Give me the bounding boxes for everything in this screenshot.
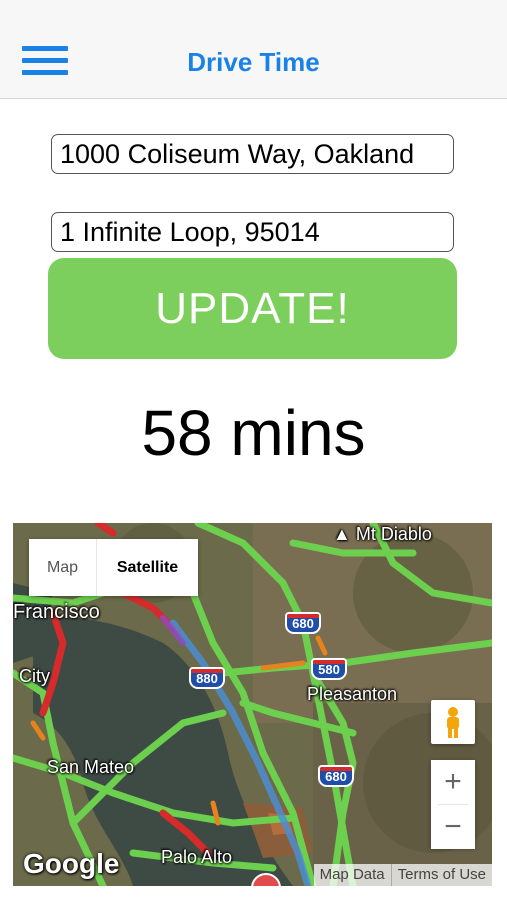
terms-of-use-link[interactable]: Terms of Use bbox=[390, 864, 492, 886]
zoom-out-button[interactable]: − bbox=[431, 805, 475, 849]
interstate-680-south-shield: 680 bbox=[318, 765, 354, 787]
map-type-satellite-tab[interactable]: Satellite bbox=[97, 539, 198, 596]
map-label-pleasanton: Pleasanton bbox=[307, 684, 398, 704]
destination-address-input[interactable] bbox=[51, 212, 454, 252]
map-label-palo-alto: Palo Alto bbox=[161, 847, 233, 867]
pegman-icon[interactable] bbox=[431, 700, 475, 744]
page-title: Drive Time bbox=[187, 47, 320, 77]
navigation-bar: Drive Time bbox=[0, 0, 507, 99]
map-label-mt-diablo: ▲ Mt Diablo bbox=[333, 524, 432, 544]
interstate-680-shield: 680 bbox=[285, 612, 321, 634]
update-button[interactable]: UPDATE! bbox=[48, 258, 457, 359]
map-label-san-mateo: San Mateo bbox=[47, 757, 135, 777]
map-attribution: Map Data Terms of Use bbox=[313, 864, 492, 886]
map-type-control: Map Satellite bbox=[29, 539, 198, 596]
origin-address-input[interactable] bbox=[51, 134, 454, 174]
zoom-control: + − bbox=[431, 760, 475, 849]
map-label-daly-city: City bbox=[19, 666, 50, 686]
interstate-580-shield: 580 bbox=[311, 658, 347, 680]
google-logo: Google bbox=[23, 848, 120, 879]
zoom-in-button[interactable]: + bbox=[431, 760, 475, 804]
map-data-link[interactable]: Map Data bbox=[314, 864, 391, 886]
interstate-880-shield: 880 bbox=[189, 667, 225, 689]
drive-time-result: 58 mins bbox=[141, 397, 366, 469]
map-label-san-francisco: Francisco bbox=[13, 601, 100, 623]
app-screen: Drive Time UPDATE! 58 mins bbox=[0, 0, 507, 900]
map-type-map-tab[interactable]: Map bbox=[29, 539, 97, 596]
satellite-map[interactable]: ▲ Mt Diablo Francisco City Pleasanton Sa… bbox=[13, 523, 492, 886]
